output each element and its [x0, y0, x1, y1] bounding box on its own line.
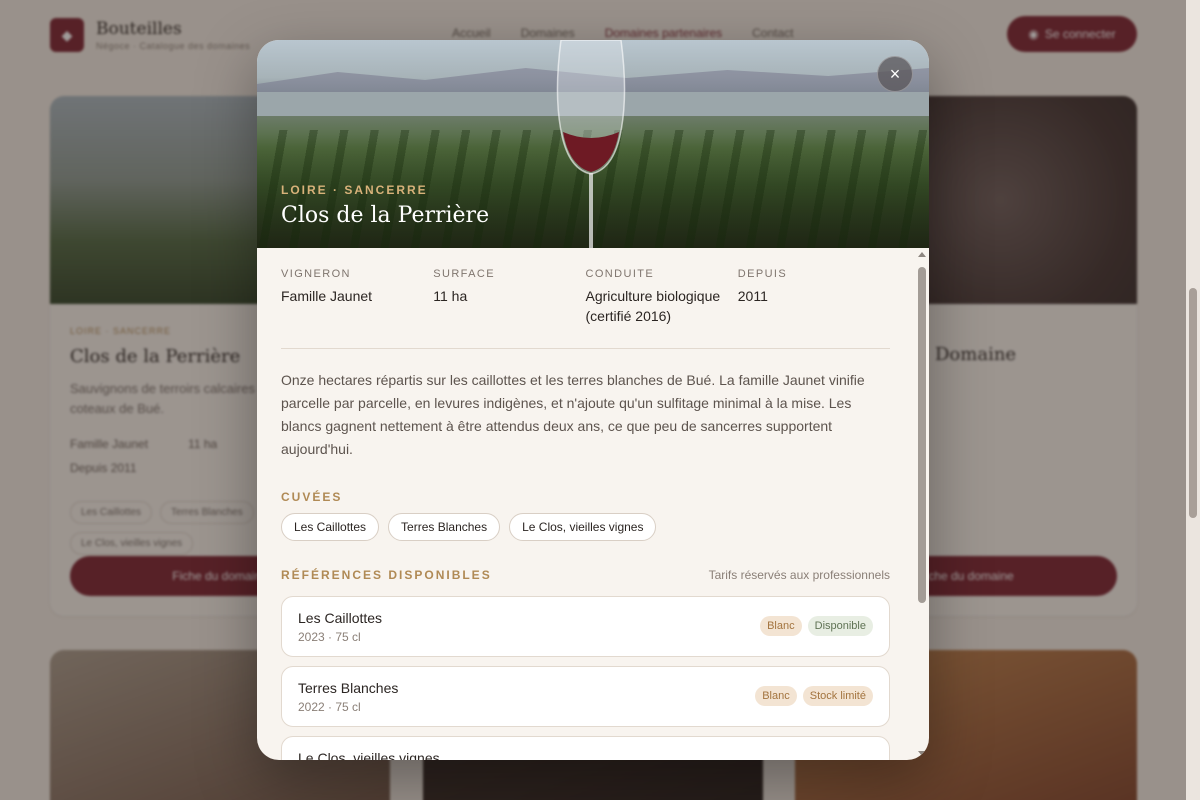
domain-modal: × LOIRE · SANCERRE Clos de la Perrière V…: [257, 40, 929, 760]
fact-value: Famille Jaunet: [281, 288, 373, 304]
reference-name: Le Clos, vieilles vignes: [298, 750, 440, 760]
modal-title: Clos de la Perrière: [281, 203, 490, 228]
reference-row[interactable]: Le Clos, vieilles vignes: [281, 736, 890, 760]
cuvee-chip[interactable]: Les Caillottes: [281, 513, 380, 541]
wine-color-badge: Blanc: [760, 616, 802, 636]
reference-row[interactable]: Terres Blanches 2022 · 75 cl Blanc Stock…: [281, 666, 890, 727]
wine-color-badge: Blanc: [755, 686, 797, 706]
fact-label: DEPUIS: [737, 268, 788, 280]
fact-value: 11 ha: [433, 288, 468, 304]
status-badge: Stock limité: [802, 686, 873, 706]
close-icon: ×: [889, 63, 901, 84]
cuvees-heading: CUVÉES: [281, 490, 343, 504]
modal-hero-image: × LOIRE · SANCERRE Clos de la Perrière: [257, 40, 929, 248]
page-scrollbar[interactable]: [1186, 0, 1200, 800]
page-scrollbar-thumb[interactable]: [1189, 288, 1197, 518]
fact-value: 2011: [737, 288, 768, 304]
fact-label: CONDUITE: [585, 268, 655, 280]
fact-surface: SURFACE 11 ha: [433, 268, 585, 326]
fact-depuis: DEPUIS 2011: [738, 268, 890, 326]
fact-label: SURFACE: [433, 268, 496, 280]
references-heading: RÉFÉRENCES DISPONIBLES: [281, 568, 492, 582]
cuvee-chip[interactable]: Terres Blanches: [388, 513, 501, 541]
scroll-down-arrow-icon[interactable]: [918, 751, 926, 756]
reference-row[interactable]: Les Caillottes 2023 · 75 cl Blanc Dispon…: [281, 596, 890, 657]
modal-scrollbar[interactable]: [915, 250, 929, 758]
close-button[interactable]: ×: [877, 56, 913, 92]
wine-glass-illustration: [556, 40, 626, 248]
fact-vigneron: VIGNERON Famille Jaunet: [281, 268, 433, 326]
fact-value: Agriculture biologique (certifié 2016): [585, 288, 721, 324]
references-list: Les Caillottes 2023 · 75 cl Blanc Dispon…: [281, 596, 890, 760]
modal-region: LOIRE · SANCERRE: [281, 183, 428, 197]
references-note: Tarifs réservés aux professionnels: [708, 568, 890, 582]
domain-facts: VIGNERON Famille Jaunet SURFACE 11 ha CO…: [281, 268, 890, 349]
cuvees-list: Les Caillottes Terres Blanches Le Clos, …: [281, 513, 890, 541]
domain-description: Onze hectares répartis sur les caillotte…: [281, 372, 865, 457]
scroll-up-arrow-icon[interactable]: [918, 252, 926, 257]
status-badge: Disponible: [807, 616, 873, 636]
fact-conduite: CONDUITE Agriculture biologique (certifi…: [586, 268, 738, 326]
modal-scrollbar-thumb[interactable]: [918, 267, 926, 603]
fact-label: VIGNERON: [281, 268, 351, 280]
references-header: RÉFÉRENCES DISPONIBLES Tarifs réservés a…: [281, 568, 890, 582]
modal-body[interactable]: VIGNERON Famille Jaunet SURFACE 11 ha CO…: [257, 248, 929, 760]
cuvee-chip[interactable]: Le Clos, vieilles vignes: [509, 513, 657, 541]
